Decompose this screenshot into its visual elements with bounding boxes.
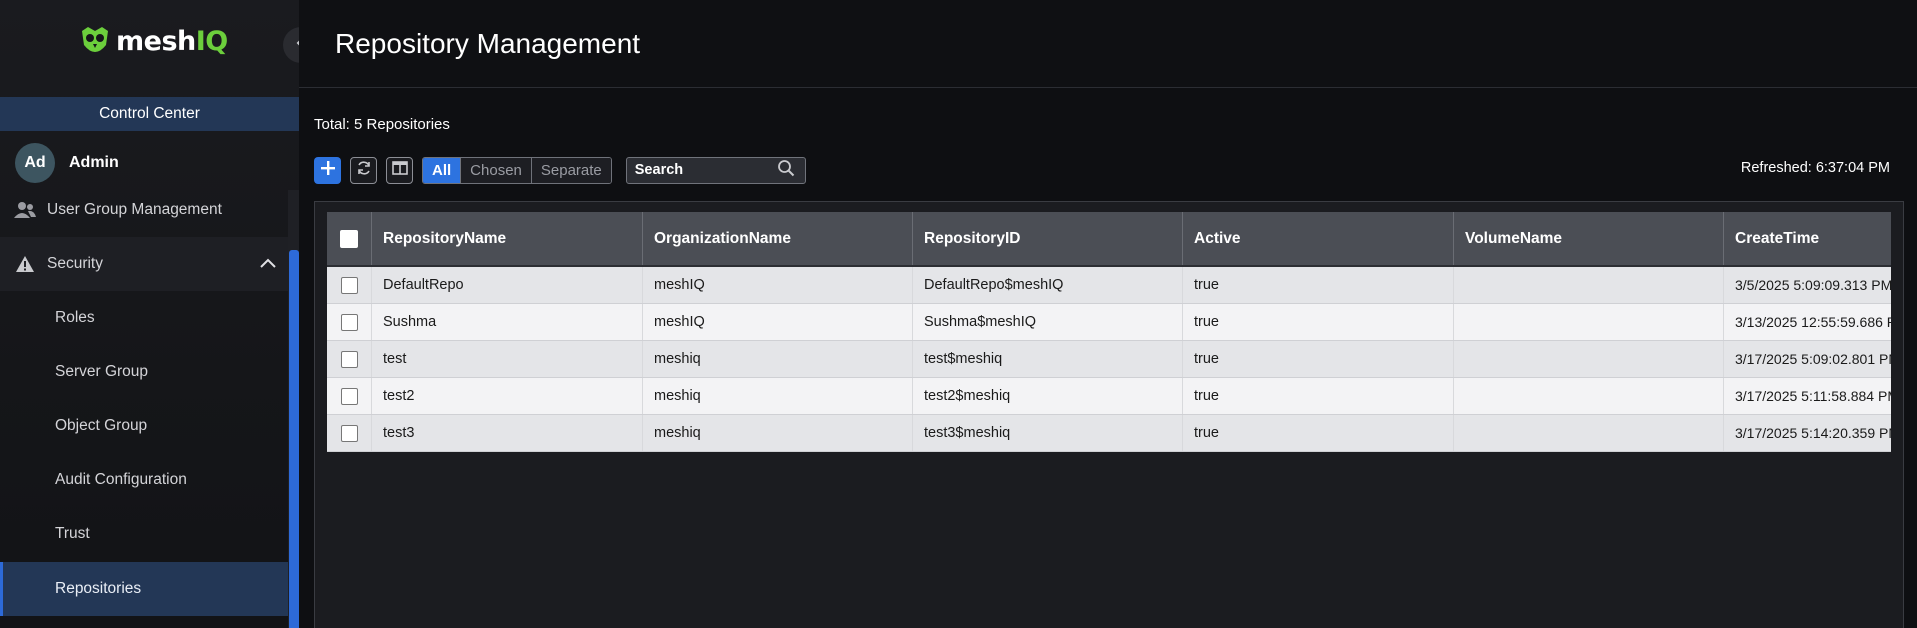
refresh-icon (356, 160, 372, 181)
row-select-cell (327, 304, 372, 340)
filter-segmented-control: All Chosen Separate (422, 156, 612, 184)
table-cell (1454, 304, 1724, 340)
sidebar-item-security[interactable]: Security (0, 237, 290, 291)
page-header: Repository Management (299, 0, 1917, 88)
row-checkbox[interactable] (340, 276, 358, 294)
control-center-link[interactable]: Control Center (0, 97, 299, 131)
table-row[interactable]: test3 meshiq test3$meshiq true 3/17/2025… (327, 415, 1891, 452)
table-cell: 3/5/2025 5:09:09.313 PM (1735, 277, 1891, 293)
table-cell: true (1183, 304, 1454, 340)
avatar: Ad (15, 143, 55, 183)
table-cell (1454, 341, 1724, 377)
table-cell: DefaultRepo$meshIQ (913, 267, 1183, 303)
table-cell: DefaultRepo (372, 267, 643, 303)
table-cell: true (1183, 341, 1454, 377)
sidebar-item-audit-configuration[interactable]: Audit Configuration (0, 453, 290, 507)
columns-icon (391, 160, 408, 180)
table-cell: test2$meshiq (913, 378, 1183, 414)
sidebar-item-roles[interactable]: Roles (0, 291, 290, 345)
row-checkbox[interactable] (340, 424, 358, 442)
search-box (625, 156, 806, 184)
sidebar-item-repositories[interactable]: Repositories (0, 562, 290, 616)
column-header[interactable]: RepositoryName (372, 212, 643, 265)
table-cell: meshIQ (643, 267, 913, 303)
user-profile[interactable]: Ad Admin (15, 143, 119, 183)
table-cell: 3/17/2025 5:09:02.801 PM (1735, 351, 1891, 367)
sidebar-item-object-group[interactable]: Object Group (0, 399, 290, 453)
table-cell: meshIQ (643, 304, 913, 340)
page-title: Repository Management (335, 28, 641, 59)
logo: meshIQ (78, 24, 228, 58)
repositories-table: RepositoryName OrganizationName Reposito… (327, 212, 1891, 452)
sidebar: meshIQ Control Center Ad Admin User Grou… (0, 0, 299, 628)
table-cell: test$meshiq (913, 341, 1183, 377)
table-cell (1454, 267, 1724, 303)
sidebar-item-user-group-management[interactable]: User Group Management (0, 196, 290, 224)
column-header[interactable]: Active (1183, 212, 1454, 265)
toolbar: All Chosen Separate (314, 156, 806, 184)
table-cell: true (1183, 267, 1454, 303)
plus-icon (320, 160, 335, 180)
table-cell: Sushma (372, 304, 643, 340)
warning-icon (13, 252, 37, 276)
columns-button[interactable] (386, 156, 413, 184)
row-select-cell (327, 378, 372, 414)
sidebar-item-server-group[interactable]: Server Group (0, 345, 290, 399)
table-row[interactable]: test meshiq test$meshiq true 3/17/2025 5… (327, 341, 1891, 378)
table-cell: true (1183, 378, 1454, 414)
row-checkbox[interactable] (340, 313, 358, 331)
sidebar-item-label: Security (47, 255, 103, 272)
table-cell: 3/17/2025 5:14:20.359 PM (1735, 425, 1891, 441)
select-all-checkbox[interactable] (340, 229, 358, 248)
table-row[interactable]: test2 meshiq test2$meshiq true 3/17/2025… (327, 378, 1891, 415)
table-cell: meshiq (643, 341, 913, 377)
column-header[interactable]: RepositoryID (913, 212, 1183, 265)
user-name: Admin (69, 154, 119, 171)
table-row[interactable]: DefaultRepo meshIQ DefaultRepo$meshIQ tr… (327, 267, 1891, 304)
app-window: meshIQ Control Center Ad Admin User Grou… (0, 0, 1917, 628)
table-row[interactable]: Sushma meshIQ Sushma$meshIQ true 3/13/20… (327, 304, 1891, 341)
table-cell (1454, 415, 1724, 451)
filter-all-button[interactable]: All (423, 157, 462, 183)
row-select-cell (327, 415, 372, 451)
row-select-cell (327, 341, 372, 377)
row-checkbox[interactable] (340, 350, 358, 368)
row-select-cell (327, 267, 372, 303)
row-checkbox[interactable] (340, 387, 358, 405)
search-icon[interactable] (777, 159, 795, 182)
table-cell: test3 (372, 415, 643, 451)
filter-chosen-button[interactable]: Chosen (461, 157, 532, 183)
table-cell: 3/13/2025 12:55:59.686 PM (1735, 314, 1891, 330)
users-icon (13, 198, 37, 222)
add-button[interactable] (314, 156, 341, 184)
table-cell: test3$meshiq (913, 415, 1183, 451)
logo-wordmark: meshIQ (116, 25, 228, 57)
chevron-up-icon (260, 255, 276, 273)
table-cell: test (372, 341, 643, 377)
table-cell: meshiq (643, 415, 913, 451)
refreshed-timestamp: Refreshed: 6:37:04 PM (1740, 160, 1890, 176)
table-cell: Sushma$meshIQ (913, 304, 1183, 340)
select-all-cell (327, 212, 372, 265)
table-cell: meshiq (643, 378, 913, 414)
table-cell (1454, 378, 1724, 414)
search-input[interactable] (634, 162, 765, 178)
column-header[interactable]: VolumeName (1454, 212, 1724, 265)
column-header[interactable]: CreateTime (1724, 212, 1891, 265)
table-cell: 3/17/2025 5:11:58.884 PM (1735, 388, 1891, 404)
table-cell: test2 (372, 378, 643, 414)
refresh-button[interactable] (350, 156, 377, 184)
table-header-row: RepositoryName OrganizationName Reposito… (327, 212, 1891, 267)
total-count: Total: 5 Repositories (314, 116, 450, 133)
table-cell: true (1183, 415, 1454, 451)
sidebar-item-trust[interactable]: Trust (0, 507, 290, 561)
column-header[interactable]: OrganizationName (643, 212, 913, 265)
filter-separate-button[interactable]: Separate (531, 157, 611, 183)
sidebar-item-label: User Group Management (47, 201, 222, 218)
owl-logo-icon (82, 27, 108, 52)
sidebar-scrollbar-thumb[interactable] (289, 250, 299, 628)
